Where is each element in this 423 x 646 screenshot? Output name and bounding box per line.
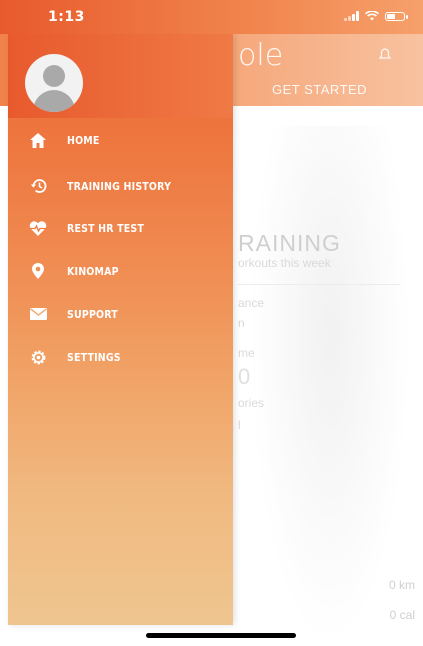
signal-icon [344,11,359,21]
avatar-head [43,65,65,87]
menu-item-kinomap[interactable]: KINOMAP [8,254,233,288]
background-image [250,126,410,646]
menu-label-training-history: TRAINING HISTORY [67,179,172,193]
distance-label: ance [238,296,265,310]
menu-label-rest-hr-test: REST HR TEST [67,221,145,235]
mail-icon [28,304,48,324]
total-km: 0 km [388,578,415,592]
menu-item-settings[interactable]: SETTINGS [8,340,233,374]
history-icon [28,176,48,196]
get-started-button[interactable]: GET STARTED [272,82,367,97]
menu-item-support[interactable]: SUPPORT [8,297,233,331]
drawer-header [8,34,233,118]
menu-item-home[interactable]: HOME [8,123,233,157]
time-value: 0 [238,364,251,389]
divider [238,284,400,285]
menu-label-settings: SETTINGS [67,350,121,364]
avatar[interactable] [25,54,83,112]
battery-icon [385,11,408,21]
distance-unit: n [238,316,245,330]
calories-label: ories [238,396,265,410]
status-icons [344,11,408,21]
map-pin-icon [28,261,48,281]
gear-icon [28,347,48,367]
avatar-shoulders [33,90,75,112]
home-icon [28,130,48,150]
status-time: 1:13 [48,9,85,25]
menu-item-training-history[interactable]: TRAINING HISTORY [8,169,233,203]
heart-rate-icon [28,218,48,238]
menu-item-rest-hr-test[interactable]: REST HR TEST [8,211,233,245]
time-label: me [238,346,255,360]
menu-label-support: SUPPORT [67,307,118,321]
navigation-drawer: HOME TRAINING HISTORY REST HR TEST KINOM… [8,34,233,625]
status-bar: 1:13 [0,0,423,34]
bell-icon[interactable] [377,46,393,62]
home-indicator[interactable] [146,633,296,638]
wifi-icon [365,11,379,21]
total-cal: 0 cal [389,608,415,622]
app-logo: ole [238,38,284,73]
menu-label-kinomap: KINOMAP [67,264,119,278]
menu-label-home: HOME [67,133,100,147]
training-subtitle: orkouts this week [238,256,331,270]
training-title: RAINING [238,230,341,256]
calories-unit: l [238,418,241,432]
